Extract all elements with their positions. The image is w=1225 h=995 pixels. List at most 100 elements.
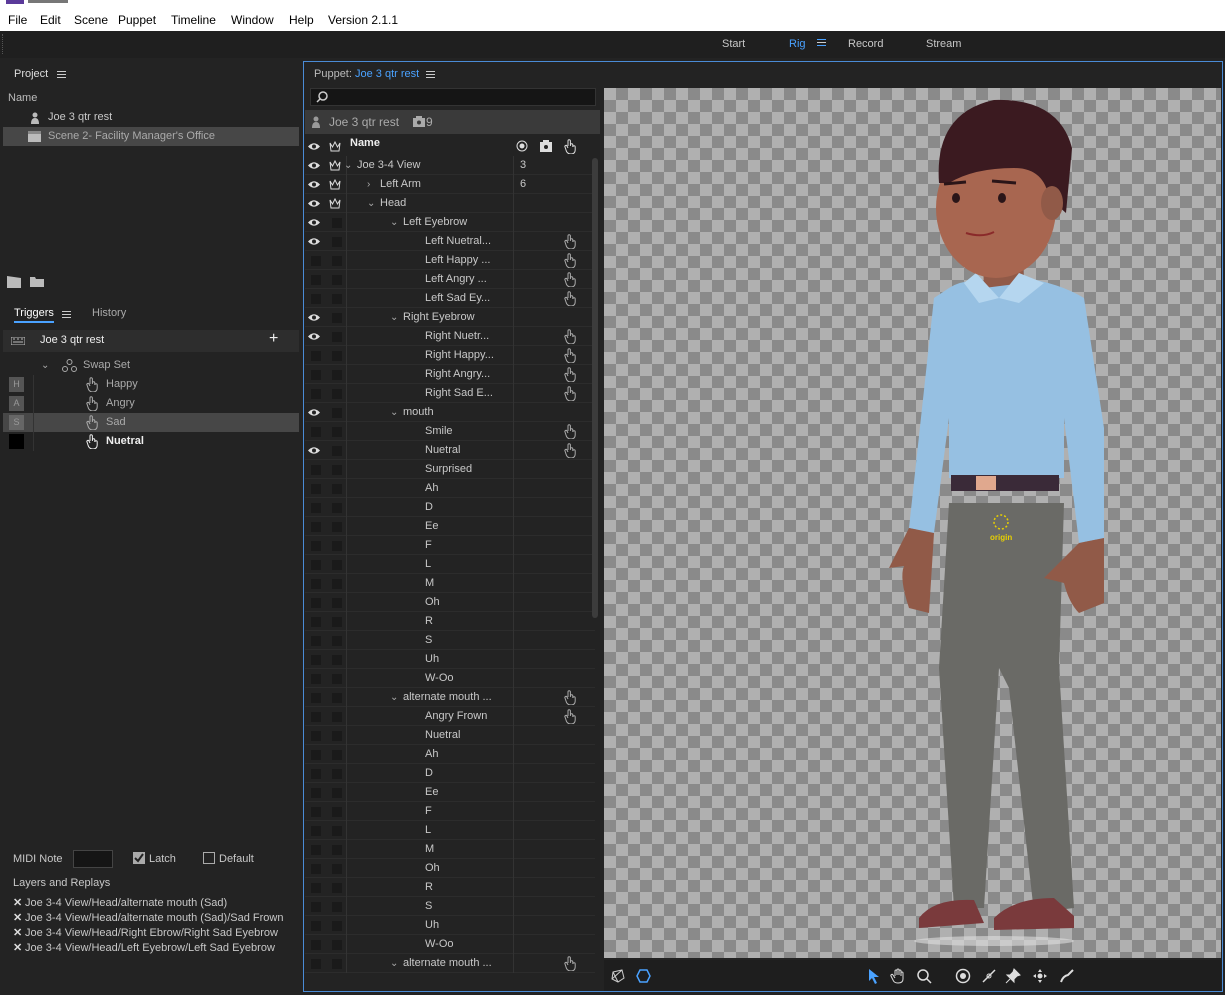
hand-icon[interactable]	[890, 968, 906, 984]
puppet-canvas[interactable]: origin	[604, 88, 1221, 958]
independence-toggle[interactable]	[332, 408, 342, 418]
layer-row[interactable]: Right Nuetr...	[305, 327, 595, 346]
pin-icon[interactable]	[1005, 968, 1021, 984]
independence-toggle[interactable]	[332, 769, 342, 779]
menu-help[interactable]: Help	[289, 13, 314, 27]
independence-toggle[interactable]	[332, 864, 342, 874]
visibility-toggle[interactable]	[311, 484, 321, 494]
chevron-down-icon[interactable]: ⌄	[390, 403, 398, 422]
chevron-down-icon[interactable]: ⌄	[390, 308, 398, 327]
layer-row[interactable]: ⌄ alternate mouth ...	[305, 954, 595, 973]
mesh-icon[interactable]	[610, 968, 626, 984]
layer-row[interactable]: Ee	[305, 783, 595, 802]
independence-toggle[interactable]	[332, 275, 342, 285]
visibility-toggle[interactable]	[311, 940, 321, 950]
layer-row[interactable]: Left Nuetral...	[305, 232, 595, 251]
independence-toggle[interactable]	[332, 883, 342, 893]
visibility-toggle[interactable]	[311, 731, 321, 741]
latch-checkbox[interactable]: Latch	[133, 852, 176, 865]
layer-row[interactable]: D	[305, 498, 595, 517]
visibility-toggle[interactable]	[311, 674, 321, 684]
chevron-down-icon[interactable]: ⌄	[344, 156, 352, 175]
layer-row[interactable]: D	[305, 764, 595, 783]
independence-toggle[interactable]	[332, 655, 342, 665]
layer-row[interactable]: W-Oo	[305, 669, 595, 688]
layer-row[interactable]: M	[305, 574, 595, 593]
layer-row[interactable]: S	[305, 897, 595, 916]
layer-row[interactable]: Angry Frown	[305, 707, 595, 726]
layer-row[interactable]: W-Oo	[305, 935, 595, 954]
visibility-toggle[interactable]	[311, 389, 321, 399]
layer-row[interactable]: Ah	[305, 479, 595, 498]
chevron-down-icon[interactable]: ⌄	[41, 356, 49, 375]
menu-edit[interactable]: Edit	[40, 13, 61, 27]
layer-row[interactable]: Ee	[305, 517, 595, 536]
independence-toggle[interactable]	[332, 541, 342, 551]
independence-toggle[interactable]	[332, 940, 342, 950]
independence-toggle[interactable]	[332, 598, 342, 608]
layer-row[interactable]: R	[305, 612, 595, 631]
remove-icon[interactable]: ✕	[13, 896, 25, 909]
remove-icon[interactable]: ✕	[13, 941, 25, 954]
independence-toggle[interactable]	[332, 237, 342, 247]
visibility-toggle[interactable]	[311, 503, 321, 513]
eye-icon[interactable]	[308, 179, 320, 190]
swap-set-row[interactable]: ⌄ Swap Set	[3, 356, 299, 375]
eye-icon[interactable]	[308, 407, 320, 418]
layer-row[interactable]: Left Angry ...	[305, 270, 595, 289]
layer-row[interactable]: Right Sad E...	[305, 384, 595, 403]
default-checkbox[interactable]: Default	[203, 852, 254, 865]
handle-icon[interactable]	[564, 443, 577, 458]
independence-toggle[interactable]	[332, 579, 342, 589]
layer-row[interactable]: Right Angry...	[305, 365, 595, 384]
independence-toggle[interactable]	[332, 465, 342, 475]
crown-icon[interactable]	[329, 179, 341, 190]
layer-row[interactable]: ⌄ Right Eyebrow	[305, 308, 595, 327]
visibility-toggle[interactable]	[311, 826, 321, 836]
visibility-toggle[interactable]	[311, 370, 321, 380]
layer-row[interactable]: ⌄ Joe 3-4 View 3	[305, 156, 595, 175]
visibility-toggle[interactable]	[311, 864, 321, 874]
handle-icon[interactable]	[564, 690, 577, 705]
visibility-toggle[interactable]	[311, 541, 321, 551]
origin-tool-icon[interactable]	[955, 968, 971, 984]
plus-icon[interactable]: +	[269, 330, 278, 348]
chevron-right-icon[interactable]: ›	[367, 175, 370, 194]
menu-window[interactable]: Window	[231, 13, 274, 27]
visibility-toggle[interactable]	[311, 579, 321, 589]
visibility-toggle[interactable]	[311, 636, 321, 646]
layer-row[interactable]: S	[305, 631, 595, 650]
stick-icon[interactable]	[981, 968, 997, 984]
eye-icon[interactable]	[308, 198, 320, 209]
rig-menu-icon[interactable]	[817, 37, 828, 48]
bend-tool-icon[interactable]	[1059, 968, 1075, 984]
layer-row[interactable]: Left Happy ...	[305, 251, 595, 270]
tab-record[interactable]: Record	[848, 38, 883, 50]
grip-handle[interactable]	[2, 34, 6, 54]
layer-row[interactable]: F	[305, 536, 595, 555]
independence-toggle[interactable]	[332, 560, 342, 570]
zoom-icon[interactable]	[916, 968, 932, 984]
triggers-menu-icon[interactable]	[62, 309, 71, 321]
eye-icon[interactable]	[308, 160, 320, 171]
layer-row[interactable]: F	[305, 802, 595, 821]
remove-icon[interactable]: ✕	[13, 926, 25, 939]
layer-row[interactable]: Nuetral	[305, 441, 595, 460]
project-item-puppet[interactable]: Joe 3 qtr rest	[3, 108, 299, 127]
independence-toggle[interactable]	[332, 256, 342, 266]
visibility-toggle[interactable]	[311, 465, 321, 475]
independence-toggle[interactable]	[332, 294, 342, 304]
remove-icon[interactable]: ✕	[13, 911, 25, 924]
independence-toggle[interactable]	[332, 750, 342, 760]
dragger-icon[interactable]	[1032, 968, 1048, 984]
independence-toggle[interactable]	[332, 826, 342, 836]
eye-icon[interactable]	[308, 312, 320, 323]
layer-row[interactable]: Uh	[305, 650, 595, 669]
layer-row[interactable]: ⌄ mouth	[305, 403, 595, 422]
folder-icon[interactable]	[30, 276, 44, 287]
trigger-row-selected[interactable]: S Sad	[3, 413, 299, 432]
layer-row[interactable]: Nuetral	[305, 726, 595, 745]
menu-file[interactable]: File	[8, 13, 27, 27]
visibility-toggle[interactable]	[311, 617, 321, 627]
visibility-toggle[interactable]	[311, 902, 321, 912]
